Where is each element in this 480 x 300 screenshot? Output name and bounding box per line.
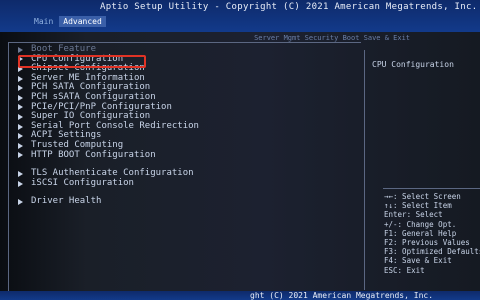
arrow-right-icon bbox=[18, 46, 23, 53]
arrow-right-icon bbox=[18, 85, 23, 92]
menu-item-iscsi-configuration[interactable]: iSCSI Configuration bbox=[18, 177, 199, 189]
key-legend-line: →←: Select Screen bbox=[384, 192, 461, 201]
menu-item-label: Driver Health bbox=[31, 196, 102, 207]
arrow-right-icon bbox=[18, 199, 23, 206]
tab-bar: Main Advanced bbox=[30, 16, 106, 27]
arrow-right-icon bbox=[18, 180, 23, 187]
menu-list: Boot Feature CPU Configuration Chipset C… bbox=[18, 44, 199, 207]
arrow-right-icon bbox=[18, 133, 23, 140]
key-legend-line: F3: Optimized Defaults bbox=[384, 247, 480, 257]
tab-main[interactable]: Main bbox=[30, 16, 57, 27]
key-legend-line: ESC: Exit bbox=[384, 265, 425, 275]
tab-bar-faded: Server Mgmt Security Boot Save & Exit bbox=[254, 34, 410, 42]
footer-copyright: ght (C) 2021 American Megatrends, Inc. bbox=[250, 291, 434, 300]
title-bar: Aptio Setup Utility - Copyright (C) 2021… bbox=[0, 0, 480, 32]
arrow-right-icon bbox=[18, 152, 23, 159]
arrow-right-icon bbox=[18, 75, 23, 82]
window-title: Aptio Setup Utility - Copyright (C) 2021… bbox=[100, 2, 478, 12]
menu-item-label: HTTP BOOT Configuration bbox=[31, 149, 156, 160]
arrow-right-icon bbox=[18, 142, 23, 149]
bios-screen: Aptio Setup Utility - Copyright (C) 2021… bbox=[0, 0, 480, 300]
key-legend-line: +/-: Change Opt. bbox=[384, 219, 457, 229]
arrow-right-icon bbox=[18, 170, 23, 177]
footer-bar: ght (C) 2021 American Megatrends, Inc. bbox=[0, 291, 480, 300]
help-divider bbox=[383, 188, 480, 189]
key-legend-line: F2: Previous Values bbox=[384, 238, 470, 248]
selection-highlight bbox=[18, 55, 146, 68]
arrow-right-icon bbox=[18, 113, 23, 120]
menu-item-http-boot-configuration[interactable]: HTTP BOOT Configuration bbox=[18, 149, 199, 161]
tab-advanced[interactable]: Advanced bbox=[59, 16, 106, 27]
arrow-right-icon bbox=[18, 104, 23, 111]
arrow-right-icon bbox=[18, 123, 23, 130]
key-legend-line: ↑↓: Select Item bbox=[384, 201, 452, 211]
panel-divider bbox=[364, 50, 365, 290]
key-legend: →←: Select Screen ↑↓: Select Item Enter:… bbox=[384, 192, 480, 275]
key-legend-line: Enter: Select bbox=[384, 210, 443, 220]
menu-item-driver-health[interactable]: Driver Health bbox=[18, 197, 199, 207]
key-legend-line: F4: Save & Exit bbox=[384, 256, 452, 266]
menu-item-label: iSCSI Configuration bbox=[31, 177, 134, 188]
key-legend-line: F1: General Help bbox=[384, 228, 457, 238]
arrow-right-icon bbox=[18, 94, 23, 101]
help-description: CPU Configuration bbox=[372, 60, 454, 69]
